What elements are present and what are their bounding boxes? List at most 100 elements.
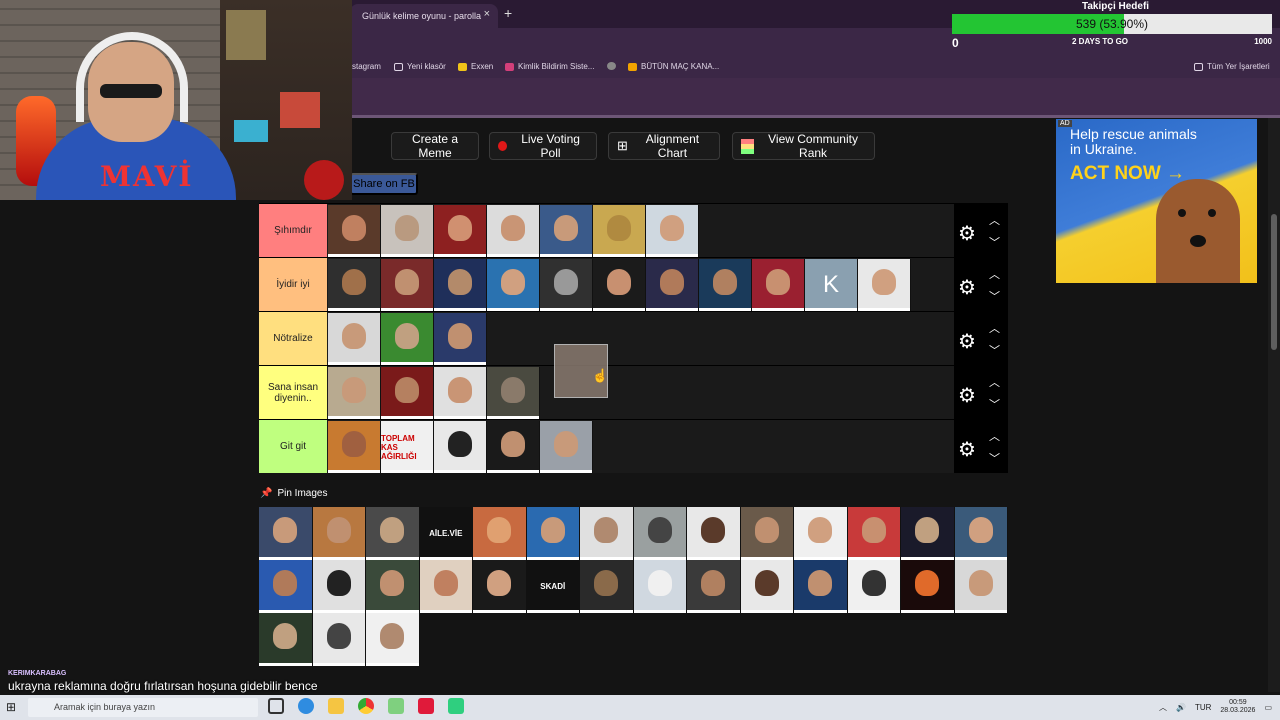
- pool-image[interactable]: AİLE.VİE: [419, 507, 473, 560]
- tier-image[interactable]: [328, 313, 381, 365]
- pool-image[interactable]: [687, 560, 741, 613]
- bookmark-instagram[interactable]: stagram: [352, 62, 381, 71]
- tier-image[interactable]: [593, 259, 646, 311]
- edge-icon[interactable]: [298, 698, 314, 714]
- share-on-fb-button[interactable]: Share on FB: [350, 173, 418, 195]
- pool-image[interactable]: [419, 560, 473, 613]
- pool-image[interactable]: [312, 507, 366, 560]
- pool-image[interactable]: [633, 560, 687, 613]
- tier-image[interactable]: [434, 259, 487, 311]
- windows-start-icon[interactable]: ⊞: [6, 700, 16, 714]
- pool-image[interactable]: [740, 560, 794, 613]
- bookmark-yeni-klasor[interactable]: Yeni klasör: [394, 62, 446, 71]
- tier-items[interactable]: [328, 313, 487, 365]
- tier-image[interactable]: [434, 367, 487, 419]
- pool-image[interactable]: [794, 507, 848, 560]
- tab-parolla[interactable]: Günlük kelime oyunu - parolla ×: [350, 4, 498, 28]
- tier-image[interactable]: [487, 259, 540, 311]
- tier-label[interactable]: Sana insan diyenin..: [259, 366, 327, 419]
- scrollbar-thumb[interactable]: [1271, 214, 1277, 350]
- new-tab-icon[interactable]: +: [504, 5, 512, 21]
- pool-image[interactable]: [526, 507, 580, 560]
- tier-image[interactable]: [646, 259, 699, 311]
- pool-image[interactable]: [847, 560, 901, 613]
- tier-image[interactable]: [487, 421, 540, 473]
- pool-image[interactable]: [259, 560, 313, 613]
- tier-image[interactable]: [858, 259, 911, 311]
- tier-label[interactable]: İyidir iyi: [259, 258, 327, 311]
- tier-image[interactable]: [328, 205, 381, 257]
- chrome-icon[interactable]: [358, 698, 374, 714]
- tier-image[interactable]: [328, 421, 381, 473]
- tier-label[interactable]: Nötralize: [259, 312, 327, 365]
- folder-icon[interactable]: [328, 698, 344, 714]
- chevron-up-icon[interactable]: ︿: [989, 374, 1000, 390]
- gear-icon[interactable]: ⚙: [958, 437, 976, 462]
- bookmark-kimlik[interactable]: Kimlik Bildirim Siste...: [505, 62, 594, 71]
- gear-icon[interactable]: ⚙: [958, 221, 976, 246]
- tier-label[interactable]: Şıhımdır: [259, 204, 327, 257]
- gear-icon[interactable]: ⚙: [958, 275, 976, 300]
- tier-image[interactable]: [540, 259, 593, 311]
- tier-image[interactable]: [487, 367, 540, 419]
- chevron-up-icon[interactable]: ︿: [989, 266, 1000, 282]
- bookmark-globe[interactable]: [607, 62, 616, 70]
- pool-image[interactable]: [740, 507, 794, 560]
- tier-items[interactable]: [328, 367, 540, 419]
- create-meme-button[interactable]: Create a Meme: [391, 132, 479, 160]
- pool-image[interactable]: [259, 613, 313, 666]
- tab-close-icon[interactable]: ×: [484, 8, 490, 20]
- pool-image[interactable]: [687, 507, 741, 560]
- pool-image[interactable]: [312, 560, 366, 613]
- community-rank-button[interactable]: View Community Rank: [732, 132, 875, 160]
- bookmark-butun-mac[interactable]: BÜTÜN MAÇ KANA...: [628, 62, 719, 71]
- pool-image[interactable]: [847, 507, 901, 560]
- tier-image[interactable]: [328, 367, 381, 419]
- tier-image[interactable]: [487, 205, 540, 257]
- tier-image[interactable]: [646, 205, 699, 257]
- pool-image[interactable]: [366, 507, 420, 560]
- pool-image[interactable]: [633, 507, 687, 560]
- tier-image[interactable]: [434, 421, 487, 473]
- tier-image[interactable]: [540, 421, 593, 473]
- tier-image[interactable]: [381, 313, 434, 365]
- tier-image[interactable]: TOPLAM KAS AĞIRLIĞI: [381, 421, 434, 473]
- pool-image[interactable]: [366, 560, 420, 613]
- notes-icon[interactable]: [388, 698, 404, 714]
- app-green-icon[interactable]: [448, 698, 464, 714]
- pool-image[interactable]: SKADİ: [526, 560, 580, 613]
- gear-icon[interactable]: ⚙: [958, 329, 976, 354]
- pool-image[interactable]: [473, 560, 527, 613]
- tier-label[interactable]: Git git: [259, 420, 327, 473]
- chevron-down-icon[interactable]: ﹀: [989, 288, 1000, 304]
- bookmark-exxen[interactable]: Exxen: [458, 62, 493, 71]
- tier-image[interactable]: [699, 259, 752, 311]
- pool-image[interactable]: [259, 507, 313, 560]
- task-view-icon[interactable]: [268, 698, 284, 714]
- chevron-up-icon[interactable]: ︿: [989, 320, 1000, 336]
- taskbar-search[interactable]: Aramak için buraya yazın: [28, 698, 258, 717]
- pool-image[interactable]: [312, 613, 366, 666]
- live-voting-poll-button[interactable]: Live Voting Poll: [489, 132, 597, 160]
- bookmark-all[interactable]: Tüm Yer İşaretleri: [1194, 62, 1270, 71]
- pool-image[interactable]: [954, 507, 1008, 560]
- tier-items[interactable]: K: [328, 259, 911, 311]
- tier-image[interactable]: K: [805, 259, 858, 311]
- clock[interactable]: 00:59 28.03.2026: [1220, 699, 1255, 715]
- tier-items[interactable]: TOPLAM KAS AĞIRLIĞI: [328, 421, 593, 473]
- chevron-down-icon[interactable]: ﹀: [989, 396, 1000, 412]
- chevron-up-icon[interactable]: ︿: [1159, 702, 1167, 713]
- notification-icon[interactable]: ▭: [1264, 703, 1272, 712]
- chevron-up-icon[interactable]: ︿: [989, 212, 1000, 228]
- pool-image[interactable]: [473, 507, 527, 560]
- tier-items[interactable]: [328, 205, 699, 257]
- volume-icon[interactable]: 🔊: [1176, 703, 1186, 712]
- gear-icon[interactable]: ⚙: [958, 383, 976, 408]
- chevron-down-icon[interactable]: ﹀: [989, 234, 1000, 250]
- tier-image[interactable]: [434, 205, 487, 257]
- tier-image[interactable]: [381, 367, 434, 419]
- chevron-down-icon[interactable]: ﹀: [989, 342, 1000, 358]
- pin-images-header[interactable]: 📌 Pin Images: [260, 488, 327, 499]
- tier-image[interactable]: [381, 205, 434, 257]
- tier-image[interactable]: [328, 259, 381, 311]
